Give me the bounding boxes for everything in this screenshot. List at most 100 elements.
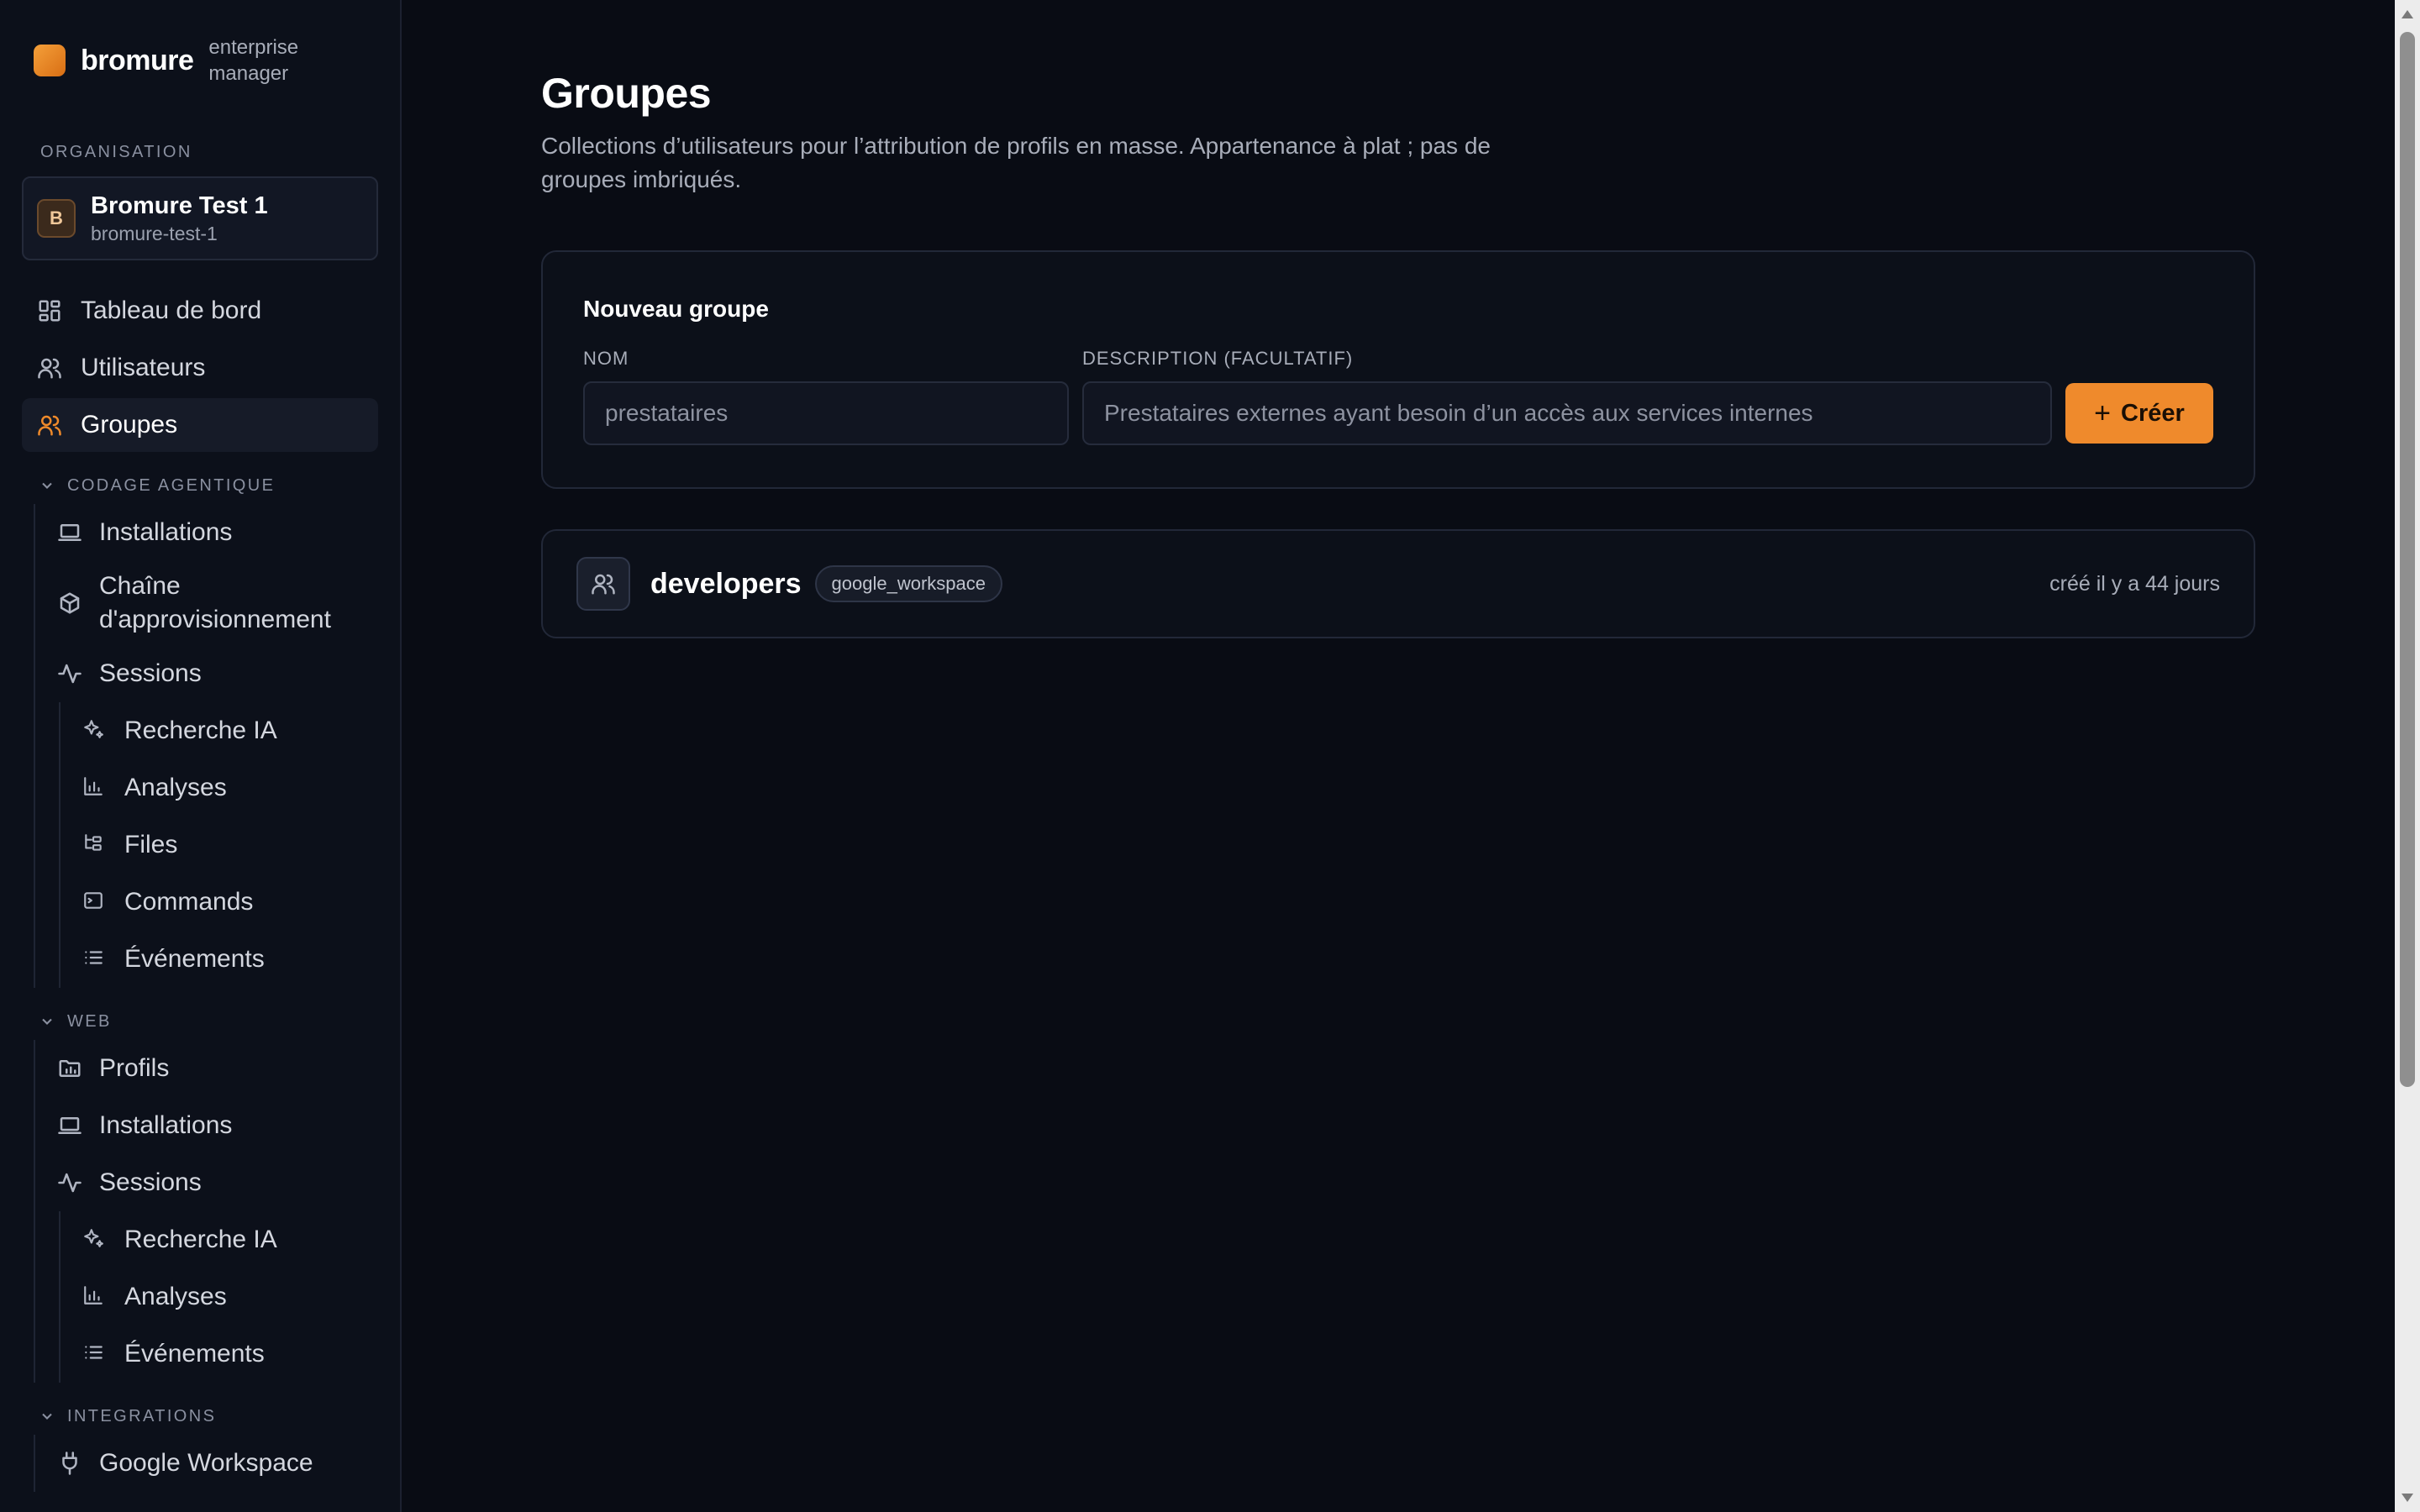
nav-label-web-profiles: Profils [99,1054,170,1082]
nav-item-supply-chain[interactable]: Chaîne d'approvisionnement [40,561,378,645]
nav-item-agentic-ai-search[interactable]: Recherche IA [66,702,378,759]
section-web-toggle[interactable]: WEB [22,1003,378,1040]
group-description-input[interactable] [1082,381,2052,445]
nav-item-agentic-files[interactable]: Files [66,816,378,874]
package-icon [57,591,82,616]
activity-icon [57,1170,82,1195]
scroll-down-arrow-icon[interactable] [2402,1494,2413,1502]
nav-item-agentic-commands[interactable]: Commands [66,874,378,931]
create-group-button[interactable]: + Créer [2065,383,2213,444]
section-integrations-label: INTEGRATIONS [67,1406,217,1425]
nav-item-dashboard[interactable]: Tableau de bord [22,284,378,338]
nav-label-agentic-analyses: Analyses [124,774,227,801]
terminal-icon [82,890,108,915]
nav-item-google-workspace[interactable]: Google Workspace [40,1435,378,1492]
chevron-down-icon [39,477,55,494]
section-agentic-coding-toggle[interactable]: CODAGE AGENTIQUE [22,467,378,504]
section-web-label: WEB [67,1011,112,1031]
description-field-wrapper: DESCRIPTION (FACULTATIF) [1082,348,2052,445]
nav-label-web-analyses: Analyses [124,1283,227,1310]
name-field-wrapper: NOM [583,348,1069,445]
brand-name: bromure [81,44,194,76]
agentic-sessions-items: Recherche IA Analyses Files Commands Évé… [59,702,378,988]
nav-label-web-sessions: Sessions [99,1168,202,1196]
nav-item-web-sessions[interactable]: Sessions [40,1154,378,1211]
laptop-icon [57,1113,82,1138]
section-integrations-toggle[interactable]: INTEGRATIONS [22,1398,378,1435]
organisation-label: ORGANISATION [40,143,192,161]
nav-item-users[interactable]: Utilisateurs [22,341,378,395]
group-name-input[interactable] [583,381,1069,445]
org-name: Bromure Test 1 [91,192,268,219]
app-root: bromure enterprise manager ORGANISATION … [0,0,2420,1512]
nav-label-agentic-files: Files [124,831,178,858]
sidebar: bromure enterprise manager ORGANISATION … [0,0,402,1512]
agentic-coding-items: Installations Chaîne d'approvisionnement… [34,504,378,988]
group-row[interactable]: developers google_workspace créé il y a … [541,529,2255,638]
nav-item-web-profiles[interactable]: Profils [40,1040,378,1097]
dashboard-icon [37,298,62,323]
nav-item-agentic-installations[interactable]: Installations [40,504,378,561]
new-group-form: NOM DESCRIPTION (FACULTATIF) + Créer [583,348,2213,445]
nav-label-google-workspace: Google Workspace [99,1449,313,1477]
description-label: DESCRIPTION (FACULTATIF) [1082,348,1354,369]
nav-label-dashboard: Tableau de bord [81,297,262,324]
scroll-up-arrow-icon[interactable] [2402,10,2413,18]
nav-label-agentic-ai-search: Recherche IA [124,717,277,744]
nav-item-agentic-events[interactable]: Événements [66,931,378,988]
sparkles-icon [82,718,108,743]
name-label: NOM [583,348,629,369]
list-icon [82,947,108,972]
plus-icon: + [2094,396,2112,429]
page-title: Groupes [541,70,712,117]
nav-item-agentic-sessions[interactable]: Sessions [40,645,378,702]
plug-icon [57,1451,82,1476]
organisation-switcher[interactable]: B Bromure Test 1 bromure-test-1 [22,176,378,260]
chevron-down-icon [39,1013,55,1030]
page-description: Collections d’utilisateurs pour l’attrib… [541,133,1491,192]
nav-label-agentic-events: Événements [124,945,265,973]
main-content: Groupes Collections d’utilisateurs pour … [402,0,2420,1512]
page-scrollbar[interactable] [2395,0,2420,1512]
laptop-icon [57,520,82,545]
nav-label-agentic-commands: Commands [124,888,254,916]
list-icon [82,1341,108,1367]
nav-label-web-events: Événements [124,1340,265,1368]
scroll-thumb[interactable] [2400,32,2415,1087]
nav-item-web-ai-search[interactable]: Recherche IA [66,1211,378,1268]
nav-label-web-ai-search: Recherche IA [124,1226,277,1253]
group-name: developers [650,567,802,600]
group-source-badge: google_workspace [814,565,1002,602]
bar-chart-icon [82,1284,108,1310]
nav-label-agentic-sessions: Sessions [99,659,202,687]
chevron-down-icon [39,1408,55,1425]
users-icon [37,355,62,381]
section-agentic-coding-label: CODAGE AGENTIQUE [67,475,276,495]
sparkles-icon [82,1227,108,1252]
nav-item-web-analyses[interactable]: Analyses [66,1268,378,1326]
activity-icon [57,661,82,686]
users-icon [576,557,630,611]
nav-label-agentic-installations: Installations [99,518,233,546]
org-slug: bromure-test-1 [91,223,218,244]
web-sessions-items: Recherche IA Analyses Événements [59,1211,378,1383]
org-info: Bromure Test 1 bromure-test-1 [91,191,268,246]
new-group-card: Nouveau groupe NOM DESCRIPTION (FACULTAT… [541,250,2255,489]
nav-item-web-installations[interactable]: Installations [40,1097,378,1154]
nav-item-web-events[interactable]: Événements [66,1326,378,1383]
web-items: Profils Installations Sessions Recherche… [34,1040,378,1383]
main-nav: Tableau de bord Utilisateurs Groupes [22,284,378,452]
nav-item-agentic-analyses[interactable]: Analyses [66,759,378,816]
nav-item-groups[interactable]: Groupes [22,398,378,452]
nav-label-groups: Groupes [81,411,178,438]
org-avatar: B [37,199,76,238]
nav-label-users: Utilisateurs [81,354,206,381]
brand-subtitle: enterprise manager [208,36,299,85]
create-button-label: Créer [2121,399,2185,427]
brand-logo [34,45,66,76]
new-group-title: Nouveau groupe [583,296,769,322]
group-created-at: créé il y a 44 jours [2049,571,2220,596]
folder-icon [57,1056,82,1081]
brand[interactable]: bromure enterprise manager [22,0,378,121]
folder-tree-icon [82,832,108,858]
